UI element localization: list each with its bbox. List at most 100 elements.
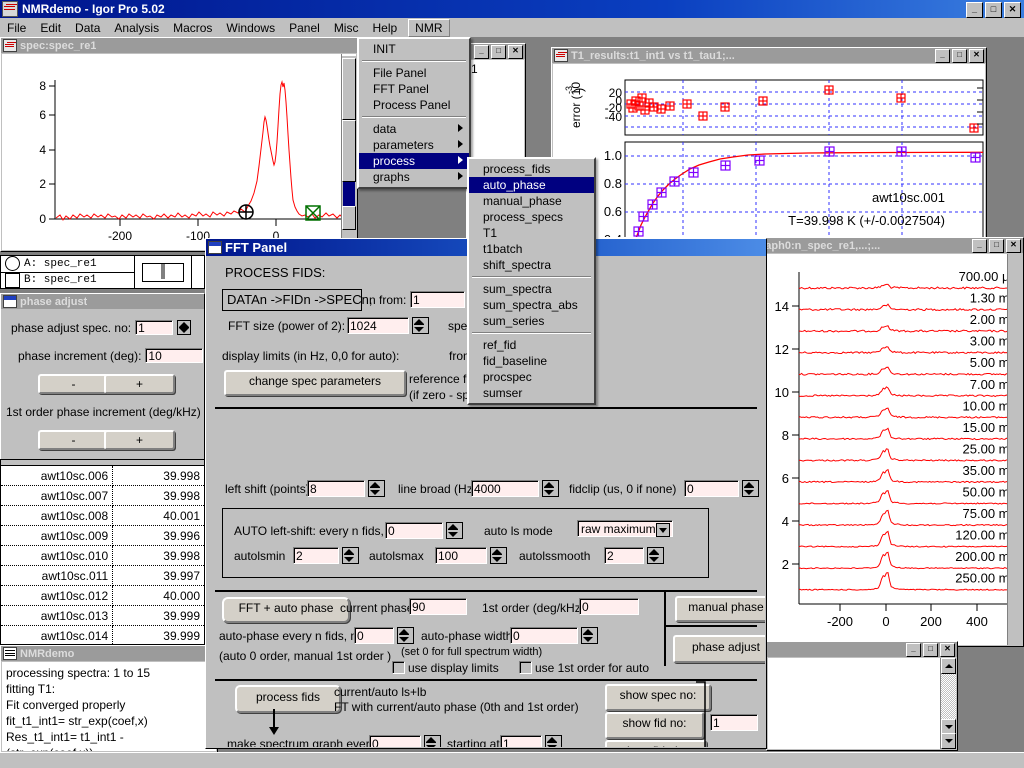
left-shift-field[interactable]: 8 — [307, 480, 365, 497]
first-order-decrement-button[interactable]: - — [38, 430, 109, 450]
minimize-button[interactable]: _ — [906, 643, 921, 657]
maximize-button[interactable]: □ — [952, 49, 967, 63]
phase-adjust-button[interactable]: phase adjust — [673, 635, 765, 663]
phase-adjust-panel[interactable]: phase adjust phase adjust spec. no: 1 ph… — [0, 293, 205, 475]
graph0-window[interactable]: raph0:n_spec_re1,...;... _ □ ✕ — [756, 237, 1024, 647]
autophase-every-stepper[interactable] — [397, 627, 414, 644]
scrollbar-thumb-bottom[interactable] — [342, 206, 356, 230]
menu-item-fft-panel[interactable]: FFT Panel — [359, 81, 469, 97]
autophase-width-stepper[interactable] — [581, 627, 598, 644]
graph0-scrollbar[interactable] — [1007, 254, 1022, 645]
scroll-up-arrow[interactable] — [941, 658, 956, 674]
history-titlebar[interactable]: NMRdemo — [1, 646, 217, 661]
menu-windows[interactable]: Windows — [219, 19, 282, 37]
minimize-button[interactable]: _ — [474, 45, 489, 59]
submenu-item-procspec[interactable]: procspec — [469, 369, 594, 385]
menu-item-parameters[interactable]: parameters — [359, 137, 469, 153]
minimize-button[interactable]: _ — [966, 2, 983, 18]
autolsmax-stepper[interactable] — [490, 547, 507, 564]
scrollbar-thumb-lower[interactable] — [342, 120, 356, 182]
fidclip-stepper[interactable] — [742, 480, 759, 497]
phase-increment-field[interactable]: 10 — [145, 348, 203, 363]
show-fid-no-button[interactable]: show fid no: — [605, 712, 704, 739]
scrollbar-selected-segment[interactable] — [343, 182, 355, 206]
bottom-window[interactable]: _ □ ✕ — [766, 641, 958, 751]
phase-increment-button[interactable]: + — [104, 374, 175, 394]
graph0-titlebar[interactable]: raph0:n_spec_re1,...;... _ □ ✕ — [757, 238, 1023, 253]
current-phase-field[interactable]: 90 — [409, 598, 467, 615]
n-from-field[interactable]: 1 — [410, 291, 465, 308]
submenu-item-shift-spectra[interactable]: shift_spectra — [469, 257, 594, 273]
auto-ls-stepper[interactable] — [446, 522, 463, 539]
process-fids-button[interactable]: process fids — [235, 685, 341, 713]
spec-graph-scrollbar[interactable] — [341, 54, 356, 250]
data-table[interactable]: awt10sc.00639.998 awt10sc.00739.998 awt1… — [1, 466, 204, 645]
submenu-item-fid-baseline[interactable]: fid_baseline — [469, 353, 594, 369]
autophase-width-field[interactable]: 0 — [510, 627, 578, 644]
submenu-item-process-fids[interactable]: process_fids — [469, 161, 594, 177]
menu-panel[interactable]: Panel — [282, 19, 327, 37]
cursor-row-b[interactable]: B: spec_re1 — [1, 273, 134, 289]
close-button[interactable]: ✕ — [508, 45, 523, 59]
t1-results-window[interactable]: T1_results:t1_int1 vs t1_tau1;... _ □ ✕ — [551, 47, 987, 269]
fidclip-field[interactable]: 0 — [684, 480, 739, 497]
menu-misc[interactable]: Misc — [327, 19, 366, 37]
autolsmin-stepper[interactable] — [342, 547, 359, 564]
cursor-slider[interactable] — [134, 256, 191, 288]
menu-item-process[interactable]: process — [359, 153, 469, 169]
scroll-down-arrow-2[interactable] — [941, 733, 956, 749]
change-spec-parameters-button[interactable]: change spec parameters — [224, 370, 406, 396]
fft-size-field[interactable]: 1024 — [347, 317, 409, 334]
maximize-button[interactable]: □ — [985, 2, 1002, 18]
auto-ls-mode-popup[interactable]: raw maximum — [577, 520, 673, 537]
submenu-item-t1[interactable]: T1 — [469, 225, 594, 241]
menu-item-init[interactable]: INIT — [359, 41, 469, 57]
maximize-button[interactable]: □ — [923, 643, 938, 657]
fft-size-stepper[interactable] — [412, 317, 429, 334]
use-first-order-checkbox[interactable] — [519, 661, 532, 674]
scrollbar-thumb-upper[interactable] — [342, 58, 356, 120]
submenu-item-ref-fid[interactable]: ref_fid — [469, 337, 594, 353]
make-spectrum-field[interactable]: 0 — [369, 735, 421, 747]
menu-data[interactable]: Data — [68, 19, 107, 37]
menu-item-graphs[interactable]: graphs — [359, 169, 469, 185]
history-body[interactable]: processing spectra: 1 to 15 fitting T1: … — [2, 662, 216, 751]
spec-graph-titlebar[interactable]: spec:spec_re1 — [1, 38, 357, 53]
bottom-window-titlebar[interactable]: _ □ ✕ — [767, 642, 957, 657]
menu-file[interactable]: File — [0, 19, 33, 37]
auto-ls-field[interactable]: 0 — [385, 522, 443, 539]
nmr-menu[interactable]: INIT File Panel FFT Panel Process Panel … — [357, 37, 471, 189]
manual-phase-button[interactable]: manual phase — [675, 596, 765, 622]
close-button[interactable]: ✕ — [1004, 2, 1021, 18]
init-window-titlebar[interactable]: _ □ ✕ — [467, 44, 525, 59]
starting-at-field-1[interactable]: 1 — [500, 735, 542, 747]
maximize-button[interactable]: □ — [491, 45, 506, 59]
menu-help[interactable]: Help — [365, 19, 404, 37]
autolssmooth-stepper[interactable] — [647, 547, 664, 564]
phase-decrement-button[interactable]: - — [38, 374, 109, 394]
submenu-item-auto-phase[interactable]: auto_phase — [469, 177, 594, 193]
starting-at-stepper-1[interactable] — [545, 735, 562, 747]
line-broad-stepper[interactable] — [542, 480, 559, 497]
process-submenu[interactable]: process_fids auto_phase manual_phase pro… — [467, 157, 596, 405]
t1-results-titlebar[interactable]: T1_results:t1_int1 vs t1_tau1;... _ □ ✕ — [552, 48, 986, 63]
minimize-button[interactable]: _ — [972, 239, 987, 253]
show-no-field[interactable]: 1 — [710, 714, 758, 731]
menu-item-file-panel[interactable]: File Panel — [359, 65, 469, 81]
first-order-field[interactable]: 0 — [579, 598, 639, 615]
cursor-row-a[interactable]: A: spec_re1 — [1, 256, 134, 273]
line-broad-field[interactable]: 4000 — [471, 480, 539, 497]
left-shift-stepper[interactable] — [368, 480, 385, 497]
menu-nmr[interactable]: NMR — [408, 19, 449, 37]
use-display-limits-checkbox[interactable] — [392, 661, 405, 674]
submenu-item-manual-phase[interactable]: manual_phase — [469, 193, 594, 209]
submenu-item-sum-spectra-abs[interactable]: sum_spectra_abs — [469, 297, 594, 313]
fft-auto-phase-button[interactable]: FFT + auto phase — [222, 597, 350, 623]
submenu-item-process-specs[interactable]: process_specs — [469, 209, 594, 225]
submenu-item-sum-series[interactable]: sum_series — [469, 313, 594, 329]
phase-adjust-titlebar[interactable]: phase adjust — [1, 294, 204, 309]
submenu-item-sum-spectra[interactable]: sum_spectra — [469, 281, 594, 297]
bottom-window-scrollbar[interactable] — [940, 658, 956, 749]
spec-graph-window[interactable]: spec:spec_re1 02 — [0, 37, 358, 252]
make-spectrum-stepper[interactable] — [424, 735, 441, 747]
